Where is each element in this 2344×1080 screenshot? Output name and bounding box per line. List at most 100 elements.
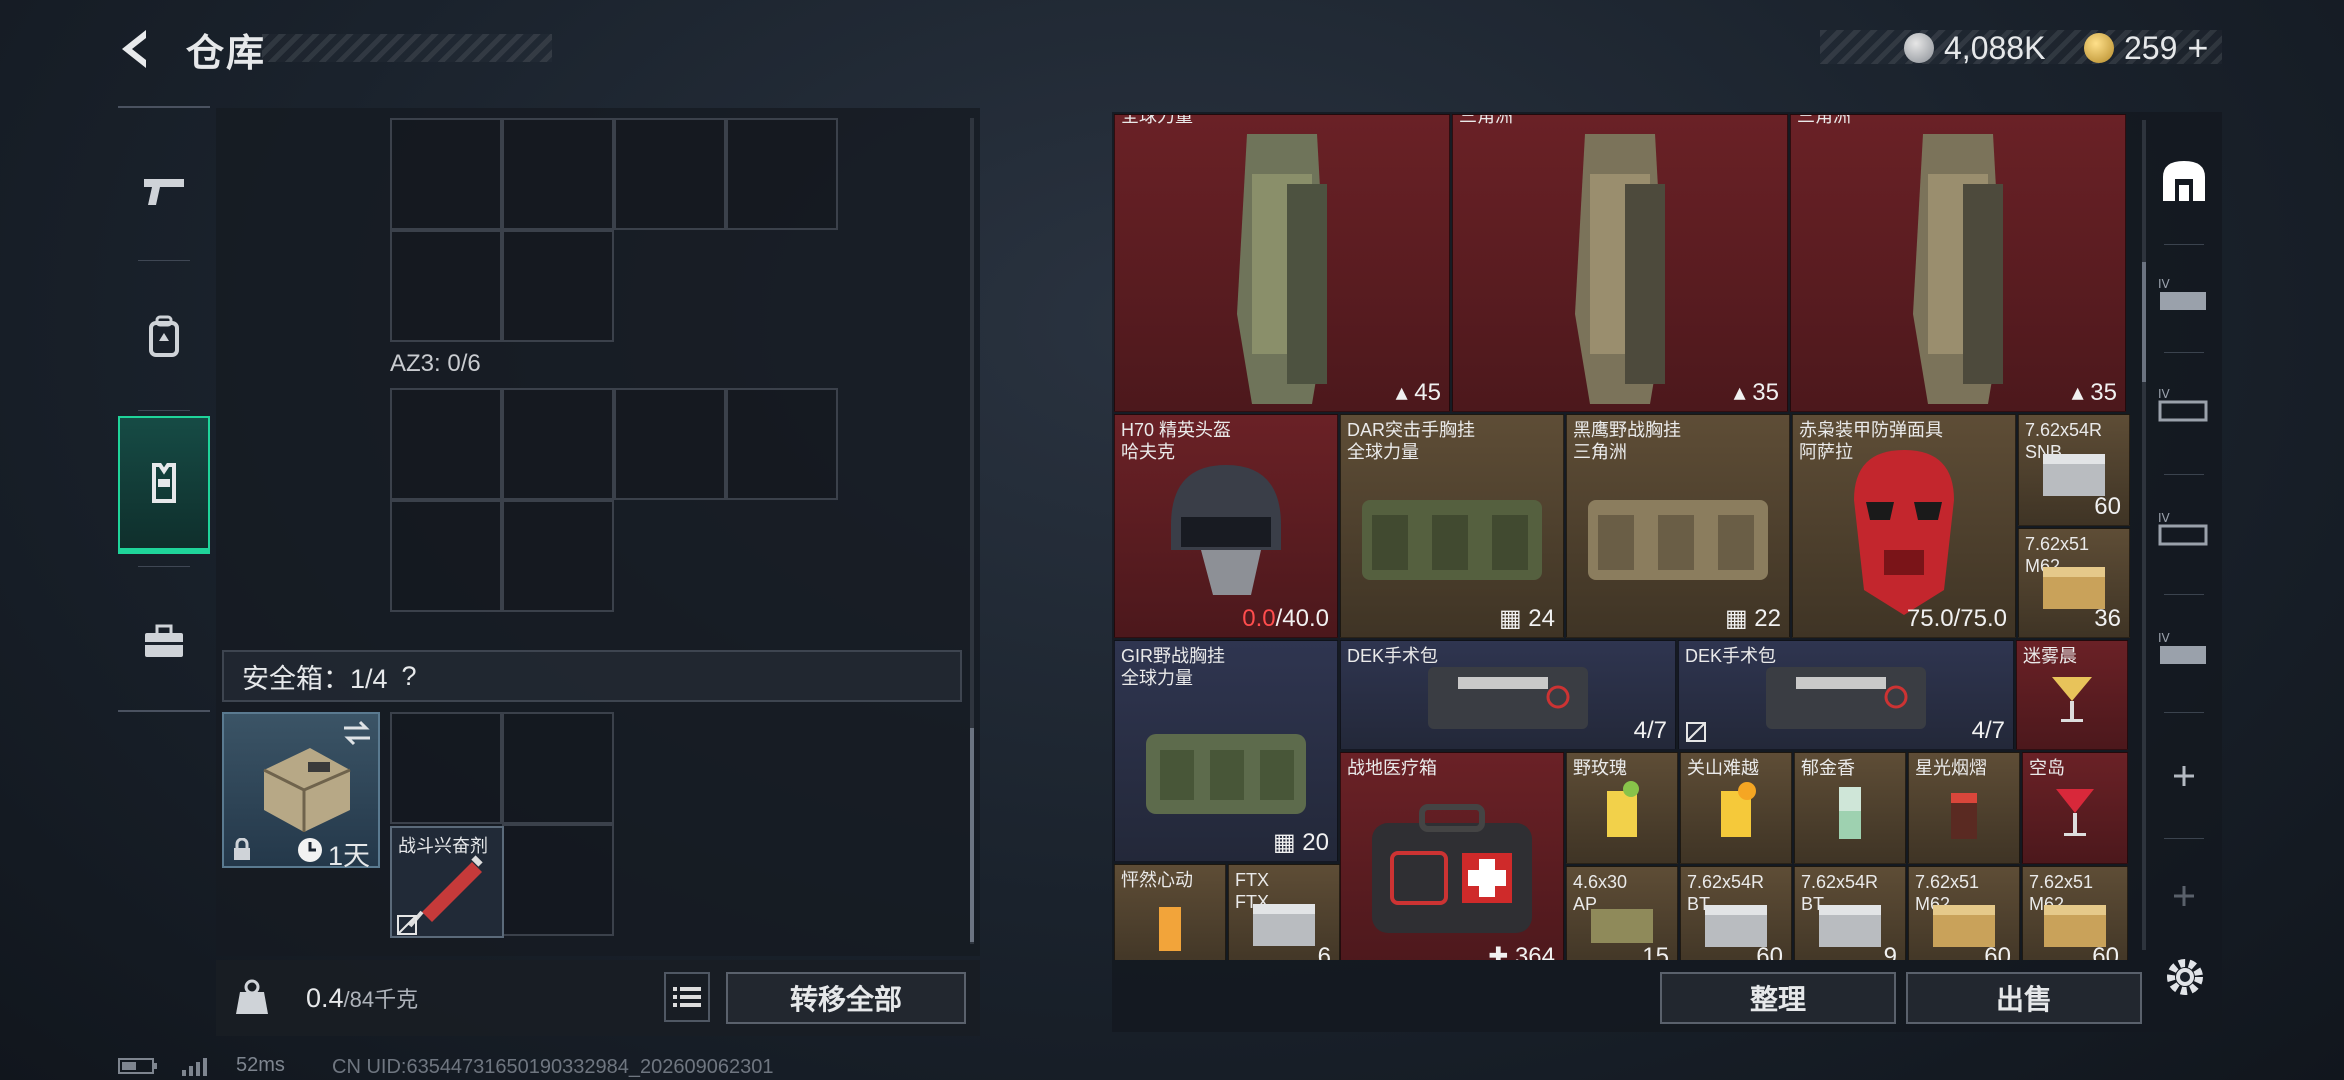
safe-case-slot[interactable]: 1天 (222, 712, 380, 871)
ammo-item[interactable]: FTX FTX 6 (1228, 864, 1340, 960)
chest-rig-item[interactable]: GIR野战胸挂 全球力量 ▦ 20 (1114, 640, 1338, 862)
svg-text:IV: IV (2158, 511, 2171, 525)
back-button[interactable] (112, 24, 162, 74)
ammo-item[interactable]: 7.62x51 M62 36 (2018, 528, 2130, 638)
gold-coin-icon (2084, 33, 2114, 63)
ammo-item[interactable]: 4.6x30 AP 15 (1566, 866, 1678, 960)
grid-slot[interactable] (614, 118, 726, 230)
silver-currency[interactable]: 4,088K (1904, 26, 2045, 70)
item-quantity: ▦ 22 (1724, 605, 1781, 632)
ammo-item[interactable]: 7.62x54R BT 60 (1680, 866, 1792, 960)
item-quantity: ✚ 364 (1488, 943, 1555, 960)
item-quantity: 9 (1883, 943, 1897, 960)
gold-currency[interactable]: 259 + (2084, 26, 2208, 70)
grid-slot[interactable] (502, 712, 614, 824)
safe-box-header: 安全箱：1/4 ? (222, 650, 962, 702)
grid-slot[interactable] (502, 388, 614, 500)
settings-gear-icon[interactable] (2160, 952, 2210, 1002)
nav-equipment[interactable] (118, 572, 210, 710)
cocktail-item[interactable]: 郁金香 (1794, 752, 1906, 864)
leg-rig-item[interactable]: 全球力量 ▴ 45 (1114, 114, 1450, 412)
grid-slot[interactable] (502, 824, 614, 936)
item-quantity: 60 (2092, 943, 2119, 960)
grid-slot[interactable] (390, 118, 502, 230)
medkit-item[interactable]: 战地医疗箱 ✚ 364 (1340, 752, 1564, 960)
expansion-box-icon: IV (2158, 631, 2206, 664)
grid-slot[interactable] (614, 388, 726, 500)
chest-rig-item[interactable]: DAR突击手胸挂 全球力量 ▦ 24 (1340, 414, 1564, 638)
leg-rig-icon (1237, 133, 1327, 404)
grid-slot[interactable] (502, 230, 614, 342)
cocktail-icon (1951, 793, 1977, 840)
warehouse-tab-3[interactable]: IV (2156, 376, 2212, 432)
weight-readout: 0.4/84千克 (306, 982, 418, 1014)
sell-button[interactable]: 出售 (1906, 972, 2142, 1024)
expansion-box-icon: IV (2158, 387, 2208, 422)
face-shield-item[interactable]: 赤枭装甲防弹面具 阿萨拉 75.0/75.0 (1792, 414, 2016, 638)
surgery-kit-item[interactable]: DEK手术包 4/7 (1340, 640, 1676, 750)
leg-rig-item[interactable]: 三角洲 ▴ 35 (1452, 114, 1788, 412)
warehouse-grid: 全球力量 ▴ 45 三角洲 ▴ 35 三角洲 ▴ 35 H70 精英头盔 哈夫克… (1114, 114, 2132, 960)
left-scrollbar-thumb[interactable] (970, 728, 974, 942)
list-view-button[interactable] (664, 972, 710, 1022)
grid-slot[interactable] (502, 118, 614, 230)
ammo-item[interactable]: 7.62x51 M62 60 (2022, 866, 2128, 960)
grid-slot[interactable] (390, 500, 502, 612)
cocktail-icon (1159, 907, 1181, 952)
ammo-item[interactable]: 7.62x51 M62 60 (1908, 866, 2020, 960)
sort-button[interactable]: 整理 (1660, 972, 1896, 1024)
grid-slot[interactable] (390, 230, 502, 342)
add-warehouse-tab-disabled (2156, 868, 2212, 924)
cocktail-item[interactable]: 野玫瑰 (1566, 752, 1678, 864)
swap-icon[interactable] (342, 720, 372, 746)
grid-slot[interactable] (502, 500, 614, 612)
item-quantity: 4/7 (1971, 717, 2005, 744)
nav-weapons[interactable] (118, 122, 210, 260)
chest-rig-item[interactable]: 黑鹰野战胸挂 三角洲 ▦ 22 (1566, 414, 1790, 638)
warehouse-tab-5[interactable]: IV (2156, 620, 2212, 676)
cocktail-item[interactable]: 星光烟熠 (1908, 752, 2020, 864)
leg-rig-icon (1575, 133, 1665, 404)
helmet-icon (1171, 465, 1281, 596)
stim-item[interactable]: 战斗兴奋剂 (390, 826, 504, 938)
ammo-item[interactable]: 7.62x54R SNB 60 (2018, 414, 2130, 526)
nav-backpacks[interactable] (118, 268, 210, 406)
grid-slot[interactable] (390, 712, 502, 824)
help-icon[interactable]: ? (402, 661, 417, 692)
ammo-box-icon (2043, 454, 2105, 497)
item-quantity: 60 (1984, 943, 2011, 960)
safe-case-icon (263, 748, 351, 832)
plus-icon (2174, 766, 2194, 786)
toolbox-icon (145, 624, 183, 657)
leg-rig-item[interactable]: 三角洲 ▴ 35 (1790, 114, 2126, 412)
svg-text:IV: IV (2158, 277, 2171, 291)
uid-text: CN UID:635447316501903329​84_20260906230… (332, 1056, 774, 1078)
add-warehouse-tab[interactable] (2156, 748, 2212, 804)
nav-chest-rigs[interactable] (118, 416, 210, 554)
cocktail-icon (1607, 781, 1639, 838)
warehouse-tab-4[interactable]: IV (2156, 500, 2212, 556)
warehouse-tab-2[interactable]: IV (2156, 266, 2212, 322)
grid-slot[interactable] (726, 388, 838, 500)
ammo-box-icon (1819, 905, 1881, 948)
item-quantity: ▴ 35 (1733, 379, 1779, 406)
cocktail-item[interactable]: 关山难越 (1680, 752, 1792, 864)
warehouse-tab-main[interactable] (2156, 152, 2212, 208)
transfer-all-button[interactable]: 转移全部 (726, 972, 966, 1024)
page-title: 仓库 (186, 33, 267, 75)
add-gold-icon[interactable]: + (2187, 27, 2208, 69)
cocktail-item[interactable]: 空岛 (2022, 752, 2128, 864)
ammo-box-icon (1253, 904, 1315, 947)
surgery-kit-item[interactable]: DEK手术包 4/7 (1678, 640, 2014, 750)
grid-slot[interactable] (390, 388, 502, 500)
cocktail-item[interactable]: 迷雾晨 (2016, 640, 2128, 750)
cocktail-item[interactable]: 怦然心动 (1114, 864, 1226, 960)
grid-slot[interactable] (726, 118, 838, 230)
backpack-icon (149, 315, 179, 357)
surgery-kit-icon (1428, 667, 1588, 730)
safe-box-label: 安全箱：1/4 (242, 663, 388, 694)
helmet-item[interactable]: H70 精英头盔 哈夫克 0.0/40.0 (1114, 414, 1338, 638)
silver-coin-icon (1904, 33, 1934, 63)
ammo-item[interactable]: 7.62x54R BT 9 (1794, 866, 1906, 960)
no-insure-icon (1686, 722, 1706, 742)
